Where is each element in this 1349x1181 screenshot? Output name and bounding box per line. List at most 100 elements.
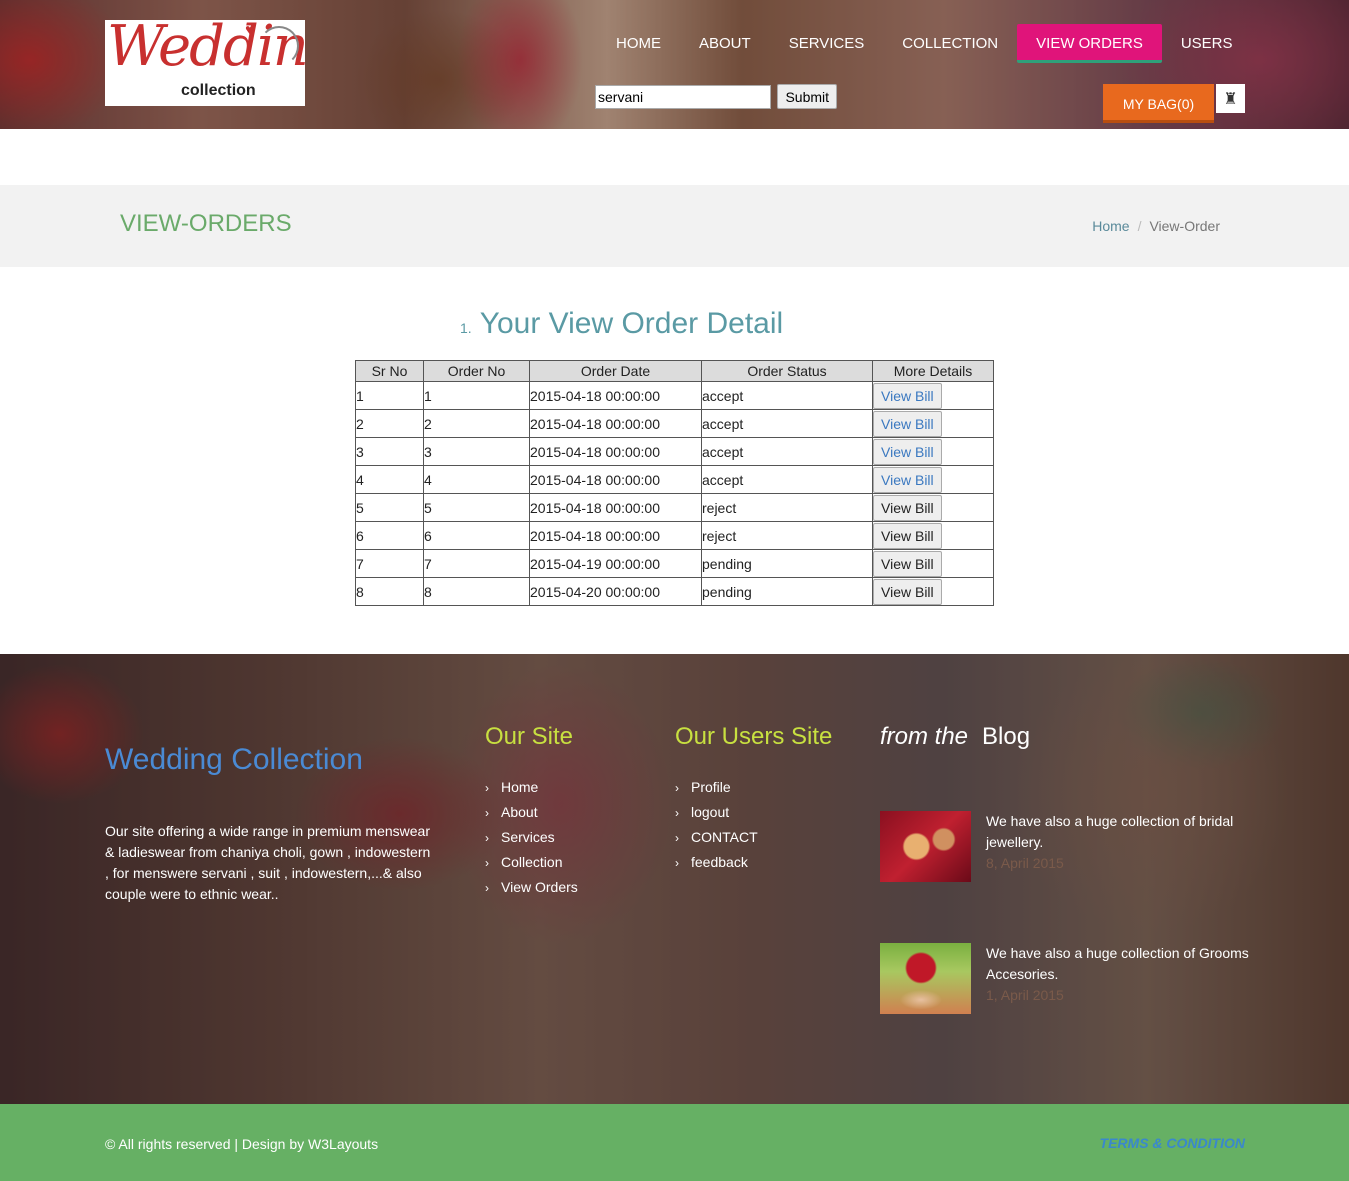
footer-about-title: Wedding Collection: [105, 743, 363, 776]
table-row: 8 8 2015-04-20 00:00:00 pending View Bill: [355, 577, 994, 606]
chevron-right-icon: ›: [675, 806, 679, 820]
cell-more-details: View Bill: [872, 381, 994, 410]
chevron-right-icon: ›: [675, 831, 679, 845]
footer-link-collection[interactable]: › Collection: [485, 850, 578, 875]
swirl-icon: [259, 26, 299, 66]
cell-order-no: 6: [423, 521, 530, 550]
nav-view-orders[interactable]: VIEW ORDERS: [1017, 24, 1162, 63]
cell-more-details: View Bill: [872, 549, 994, 578]
logo-sub-text: collection: [181, 82, 256, 99]
footer-link-profile[interactable]: › Profile: [675, 775, 832, 800]
footer-about: Wedding Collection Our site offering a w…: [105, 743, 435, 905]
nav-services[interactable]: SERVICES: [770, 24, 884, 62]
terms-link[interactable]: TERMS & CONDITION: [1100, 1135, 1245, 1151]
cell-order-date: 2015-04-18 00:00:00: [529, 493, 702, 522]
cell-order-no: 5: [423, 493, 530, 522]
col-header-order-date: Order Date: [529, 360, 702, 382]
table-row: 7 7 2015-04-19 00:00:00 pending View Bill: [355, 549, 994, 578]
view-bill-button[interactable]: View Bill: [873, 495, 942, 521]
view-bill-button[interactable]: View Bill: [873, 551, 942, 577]
cell-more-details: View Bill: [872, 521, 994, 550]
footer-link-logout[interactable]: › logout: [675, 800, 832, 825]
cell-order-date: 2015-04-18 00:00:00: [529, 409, 702, 438]
search-input[interactable]: [595, 84, 771, 109]
cell-order-date: 2015-04-18 00:00:00: [529, 465, 702, 494]
col-header-sr-no: Sr No: [355, 360, 424, 382]
footer-link-contact[interactable]: › CONTACT: [675, 825, 832, 850]
cell-order-status: accept: [701, 409, 873, 438]
nav-users[interactable]: USERS: [1162, 24, 1252, 62]
chevron-right-icon: ›: [485, 831, 489, 845]
footer-link-label: Collection: [501, 854, 563, 870]
table-row: 4 4 2015-04-18 00:00:00 accept View Bill: [355, 465, 994, 494]
chevron-right-icon: ›: [485, 806, 489, 820]
footer-about-text: Our site offering a wide range in premiu…: [105, 823, 431, 902]
blog-title-main: Blog: [982, 723, 1031, 750]
view-bill-button[interactable]: View Bill: [873, 523, 942, 549]
cell-order-no: 3: [423, 437, 530, 466]
view-bill-button[interactable]: View Bill: [873, 383, 942, 409]
order-detail-heading: 1. Your View Order Detail: [460, 307, 783, 341]
cell-order-status: accept: [701, 437, 873, 466]
blog-post-date: 1, April 2015: [986, 987, 1064, 1003]
chevron-right-icon: ›: [485, 781, 489, 795]
footer-link-home[interactable]: › Home: [485, 775, 578, 800]
footer-link-label: Services: [501, 829, 555, 845]
table-row: 2 2 2015-04-18 00:00:00 accept View Bill: [355, 409, 994, 438]
list-number: 1.: [460, 320, 472, 336]
footer-link-services[interactable]: › Services: [485, 825, 578, 850]
nav-collection[interactable]: COLLECTION: [883, 24, 1017, 62]
bridal-jewellery-image[interactable]: [880, 811, 971, 882]
breadcrumb-home-link[interactable]: Home: [1092, 218, 1129, 234]
site-header: Wedding ♥ collection HOME ABOUT SERVICES…: [0, 0, 1349, 129]
search-submit-button[interactable]: Submit: [777, 84, 838, 109]
view-bill-button[interactable]: View Bill: [873, 411, 942, 437]
blog-title-prefix: from the: [880, 723, 969, 750]
cell-sr-no: 7: [355, 549, 424, 578]
site-logo[interactable]: Wedding ♥ collection: [105, 20, 305, 106]
footer-link-about[interactable]: › About: [485, 800, 578, 825]
nav-home[interactable]: HOME: [597, 24, 680, 62]
user-avatar-icon[interactable]: ♜: [1216, 84, 1245, 113]
breadcrumb-current: View-Order: [1149, 218, 1220, 234]
footer-our-site: Our Site › Home › About › Services › Collect…: [485, 723, 578, 900]
footer-link-feedback[interactable]: › feedback: [675, 850, 832, 875]
cell-more-details: View Bill: [872, 465, 994, 494]
breadcrumb: Home / View-Order: [1092, 218, 1220, 234]
cell-sr-no: 4: [355, 465, 424, 494]
view-bill-button[interactable]: View Bill: [873, 439, 942, 465]
table-header-row: Sr No Order No Order Date Order Status M…: [355, 360, 994, 382]
cell-order-no: 1: [423, 381, 530, 410]
cell-order-status: accept: [701, 381, 873, 410]
blog-post-text[interactable]: We have also a huge collection of bridal…: [986, 811, 1250, 853]
view-bill-button[interactable]: View Bill: [873, 579, 942, 605]
breadcrumb-separator: /: [1137, 218, 1142, 234]
view-bill-button[interactable]: View Bill: [873, 467, 942, 493]
cell-order-no: 4: [423, 465, 530, 494]
col-header-more-details: More Details: [872, 360, 994, 382]
cell-order-date: 2015-04-18 00:00:00: [529, 381, 702, 410]
cell-order-status: reject: [701, 493, 873, 522]
blog-post-text[interactable]: We have also a huge collection of Grooms…: [986, 943, 1250, 985]
cell-order-status: accept: [701, 465, 873, 494]
footer-users-site: Our Users Site › Profile › logout › CONTACT…: [675, 723, 832, 875]
orders-table: Sr No Order No Order Date Order Status M…: [355, 360, 994, 606]
footer-our-site-title: Our Site: [485, 723, 574, 750]
cell-sr-no: 1: [355, 381, 424, 410]
page-banner: VIEW-ORDERS Home / View-Order: [0, 185, 1349, 267]
cell-order-no: 2: [423, 409, 530, 438]
my-bag-button[interactable]: MY BAG(0): [1103, 84, 1214, 123]
footer-link-label: logout: [691, 804, 730, 820]
table-row: 3 3 2015-04-18 00:00:00 accept View Bill: [355, 437, 994, 466]
nav-about[interactable]: ABOUT: [680, 24, 770, 62]
footer-link-view-orders[interactable]: › View Orders: [485, 875, 578, 900]
search-form: Submit: [595, 84, 838, 109]
cell-sr-no: 6: [355, 521, 424, 550]
cell-sr-no: 2: [355, 409, 424, 438]
cell-sr-no: 3: [355, 437, 424, 466]
col-header-order-status: Order Status: [701, 360, 873, 382]
cell-order-status: reject: [701, 521, 873, 550]
page-title: VIEW-ORDERS: [120, 210, 292, 237]
cell-more-details: View Bill: [872, 409, 994, 438]
grooms-accessories-image[interactable]: [880, 943, 971, 1014]
